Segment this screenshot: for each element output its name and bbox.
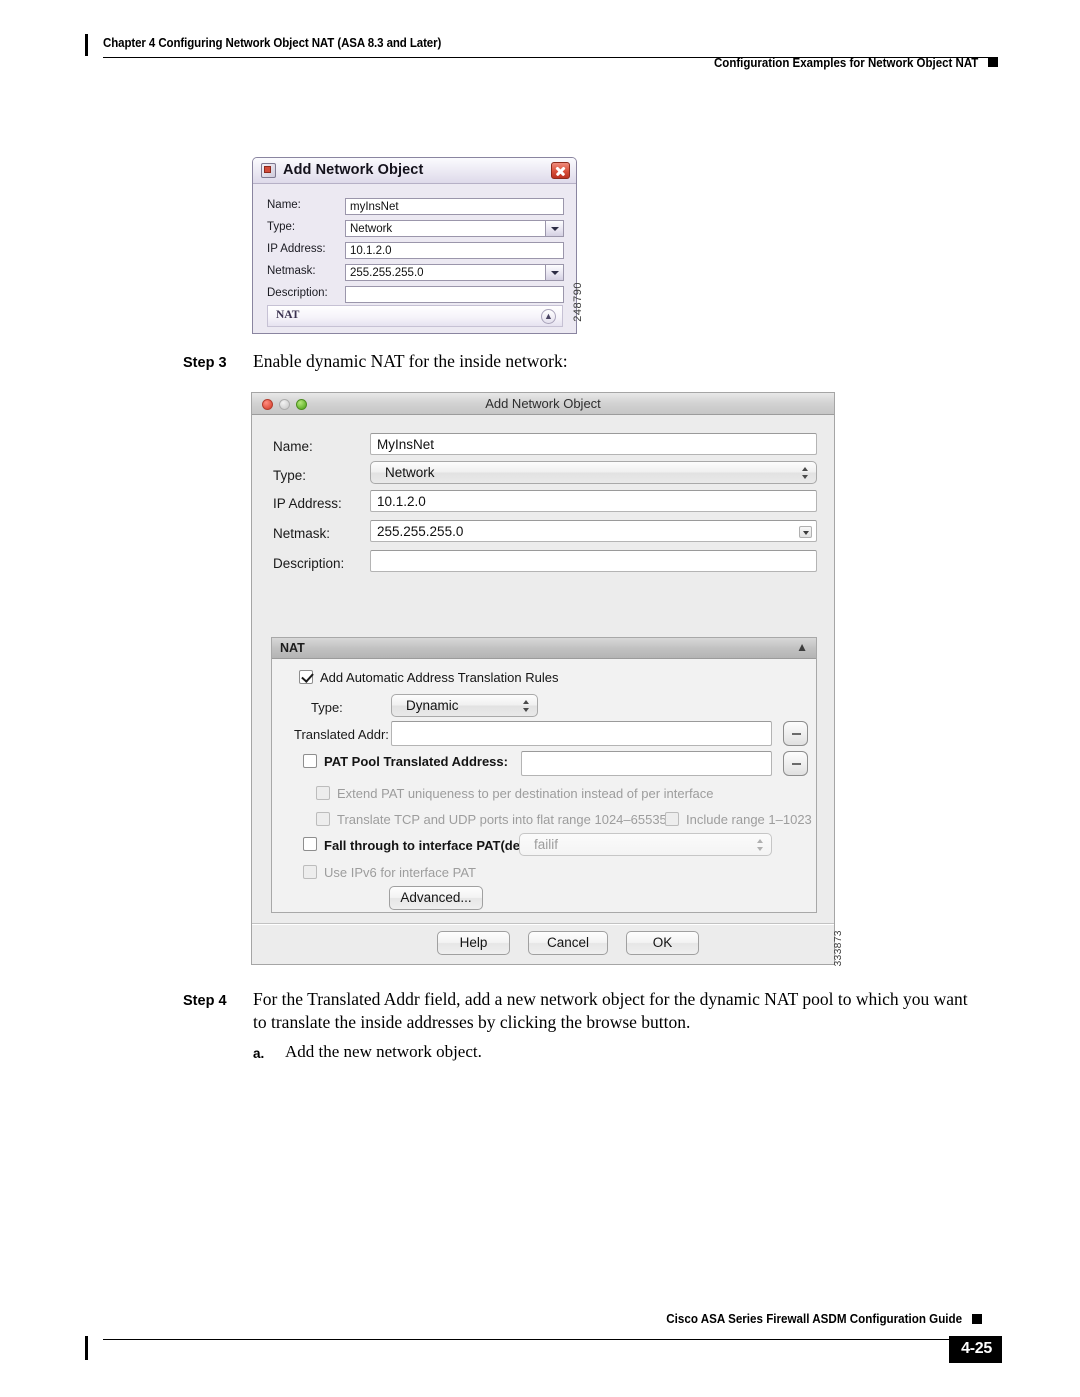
ip-address-label: IP Address: [267, 243, 326, 255]
fall-through-pat-checkbox[interactable] [303, 837, 317, 851]
ip-address-input[interactable]: 10.1.2.0 [345, 242, 564, 259]
include-range-label: Include range 1–1023 [686, 812, 812, 827]
step-4-text-line-2: to translate the inside addresses by cli… [253, 1012, 691, 1032]
nat-panel: NAT ▲ Add Automatic Address Translation … [271, 637, 817, 913]
header-square-marker [988, 57, 998, 67]
chapter-breadcrumb: Chapter 4 Configuring Network Object NAT… [103, 36, 442, 50]
netmask-label: Netmask: [267, 265, 316, 277]
flat-range-checkbox[interactable] [316, 812, 330, 826]
type-row: Type: Network [267, 220, 564, 237]
use-ipv6-pat-label: Use IPv6 for interface PAT [324, 865, 476, 880]
up-down-chevron-icon [523, 699, 530, 713]
translated-addr-browse-button[interactable] [783, 721, 808, 746]
chevron-down-icon [545, 221, 563, 236]
up-down-chevron-icon [802, 466, 809, 480]
description-label: Description: [273, 556, 345, 571]
page-header: Chapter 4 Configuring Network Object NAT… [0, 0, 1080, 80]
nat-section-header[interactable]: NAT ▲ [272, 638, 816, 659]
translated-addr-label: Translated Addr: [294, 727, 389, 742]
netmask-dropdown[interactable]: 255.255.255.0 [345, 264, 564, 281]
nat-type-label: Type: [311, 700, 343, 715]
window-title-bar: Add Network Object [252, 393, 834, 415]
name-row: Name: myInsNet [267, 198, 564, 215]
page-footer: Cisco ASA Series Firewall ASDM Configura… [0, 1300, 1080, 1380]
application-icon [261, 163, 276, 178]
step-3-text: Enable dynamic NAT for the inside networ… [253, 351, 568, 371]
nat-section-title: NAT [276, 309, 300, 321]
use-ipv6-pat-checkbox[interactable] [303, 865, 317, 879]
add-network-object-dialog-mac[interactable]: Add Network Object Name: MyInsNet Type: … [251, 392, 835, 965]
help-button[interactable]: Help [437, 931, 510, 955]
description-input[interactable] [370, 550, 817, 572]
sub-item-text: Add the new network object. [285, 1042, 482, 1061]
collapse-chevron-icon[interactable]: ▲ [796, 640, 808, 654]
netmask-dropdown[interactable]: 255.255.255.0 [370, 520, 817, 542]
pat-pool-label: PAT Pool Translated Address: [324, 754, 508, 769]
step-3-label: Step 3 [183, 355, 227, 371]
extend-pat-uniqueness-checkbox[interactable] [316, 786, 330, 800]
type-label: Type: [273, 468, 307, 483]
page-number: 4-25 [949, 1336, 1002, 1363]
ok-button[interactable]: OK [626, 931, 699, 955]
type-label: Type: [267, 221, 296, 233]
add-network-object-dialog-windows[interactable]: Add Network Object Name: myInsNet Type: … [252, 157, 577, 334]
footer-rule [103, 1339, 998, 1340]
description-label: Description: [267, 287, 328, 299]
window-title: Add Network Object [283, 162, 424, 178]
nat-section-header[interactable]: NAT ▲ [267, 305, 563, 327]
auto-translation-rules-checkbox[interactable] [299, 670, 313, 684]
pat-pool-checkbox[interactable] [303, 754, 317, 768]
nat-section-title: NAT [280, 641, 305, 655]
extend-pat-uniqueness-label: Extend PAT uniqueness to per destination… [337, 786, 714, 801]
nat-type-dropdown[interactable]: Dynamic [391, 694, 538, 717]
dialog-separator [252, 923, 834, 925]
description-input[interactable] [345, 286, 564, 303]
window-title-bar: Add Network Object [253, 158, 576, 184]
advanced-button[interactable]: Advanced... [389, 886, 483, 910]
ip-address-row: IP Address: 10.1.2.0 [267, 242, 564, 259]
fall-through-interface-dropdown[interactable]: failif [519, 833, 772, 856]
netmask-row: Netmask: 255.255.255.0 [267, 264, 564, 281]
chevron-down-icon [545, 265, 563, 280]
auto-translation-rules-label: Add Automatic Address Translation Rules [320, 670, 559, 685]
dialog-body: Name: myInsNet Type: Network IP Address:… [253, 185, 576, 333]
figure-id-2: 333873 [833, 930, 844, 967]
document-page: Chapter 4 Configuring Network Object NAT… [0, 0, 1080, 1397]
name-input[interactable]: MyInsNet [370, 433, 817, 455]
guide-title: Cisco ASA Series Firewall ASDM Configura… [666, 1312, 962, 1326]
type-dropdown[interactable]: Network [345, 220, 564, 237]
ip-address-label: IP Address: [273, 496, 342, 511]
window-title: Add Network Object [485, 396, 601, 411]
footer-tick-mark [85, 1336, 88, 1360]
footer-square-marker [972, 1314, 982, 1324]
up-down-chevron-icon [757, 838, 764, 852]
figure-id-1: 248790 [572, 282, 584, 322]
pat-pool-input[interactable] [521, 751, 772, 776]
ip-address-input[interactable]: 10.1.2.0 [370, 490, 817, 512]
description-row: Description: [267, 286, 564, 303]
cancel-button[interactable]: Cancel [528, 931, 608, 955]
name-label: Name: [267, 199, 301, 211]
chevron-down-icon [799, 526, 812, 538]
header-tick-mark [85, 34, 88, 56]
close-icon[interactable] [551, 162, 570, 179]
include-range-checkbox[interactable] [665, 812, 679, 826]
pat-pool-browse-button[interactable] [783, 751, 808, 776]
name-input[interactable]: myInsNet [345, 198, 564, 215]
flat-range-label: Translate TCP and UDP ports into flat ra… [337, 812, 667, 827]
collapse-chevron-icon[interactable]: ▲ [541, 309, 556, 324]
name-label: Name: [273, 439, 313, 454]
type-dropdown[interactable]: Network [370, 461, 817, 484]
running-head: Configuration Examples for Network Objec… [713, 56, 978, 70]
netmask-label: Netmask: [273, 526, 331, 541]
sub-item-label: a. [253, 1046, 265, 1061]
step-4-label: Step 4 [183, 993, 227, 1009]
step-4-text-line-1: For the Translated Addr field, add a new… [253, 989, 968, 1009]
translated-addr-input[interactable] [391, 721, 772, 746]
